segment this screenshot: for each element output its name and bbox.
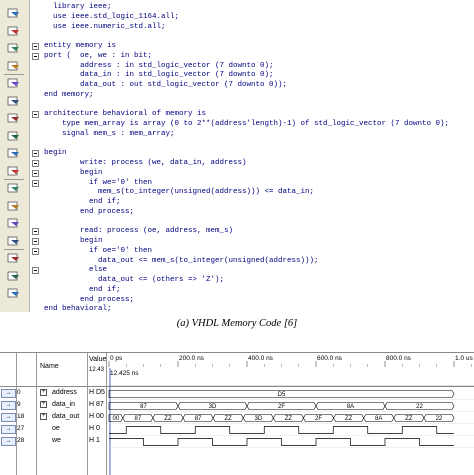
expand-icon[interactable]: + (40, 401, 47, 408)
data-out-bus-label: 2F (315, 416, 322, 422)
value-column-header[interactable]: Value (89, 356, 106, 363)
signal-name: we (52, 437, 61, 444)
vhdl-editor: library ieee; use ieee.std_logic_1164.all… (0, 0, 474, 315)
data-in-bus-label: 3D (209, 404, 217, 410)
signal-index: 18 (17, 413, 25, 420)
time-tick-label: 1.0 us (455, 355, 473, 362)
we-waveform (109, 438, 454, 446)
expand-icon[interactable]: + (40, 389, 47, 396)
signal-type-icon: → (1, 425, 16, 434)
data-out-bus-label: 87 (135, 416, 142, 422)
settings-icon[interactable] (5, 269, 23, 283)
fold-marker-icon[interactable] (32, 111, 39, 119)
signal-name: data_in (52, 401, 75, 408)
signal-value: H 1 (89, 437, 100, 444)
signal-value: H 0 (89, 425, 100, 432)
data-in-bus-label: 87 (140, 404, 147, 410)
align-icon[interactable] (5, 286, 23, 300)
signal-name: oe (52, 425, 60, 432)
code-area[interactable]: library ieee; use ieee.std_logic_1164.all… (30, 0, 474, 315)
find-icon[interactable] (5, 164, 23, 178)
uncomment-icon[interactable] (5, 129, 23, 143)
fold-marker-icon[interactable] (32, 52, 39, 60)
value-column-sub: 12.43 (89, 367, 105, 373)
expand-icon[interactable]: + (40, 413, 47, 420)
comment-icon[interactable] (5, 111, 23, 125)
data-out-bus-label: ZZ (345, 416, 353, 422)
signal-index: 27 (17, 425, 25, 432)
data-in-bus-label: 8A (347, 404, 354, 410)
signal-value: H 87 (89, 401, 104, 408)
time-tick-label: 200.0 ns (179, 355, 205, 362)
data-out-bus-label: 3D (254, 416, 262, 422)
waveform-viewer: Name Value 12.43 → 0 + address H D5 → 9 + data_i… (0, 352, 474, 475)
time-tick-label: 600.0 ns (317, 355, 343, 362)
data-out-bus-label: ZZ (405, 416, 413, 422)
data-out-bus-label: 22 (436, 416, 443, 422)
cursor-time-label: 12.425 ns (110, 370, 139, 377)
waveform-canvas[interactable]: 0 ps 200.0 ns 400.0 ns 600.0 ns 800.0 ns 1.0 … (107, 353, 474, 475)
data-in-bus-label: 22 (416, 404, 423, 410)
fold-marker-icon[interactable] (32, 247, 39, 255)
signal-type-icon: → (1, 401, 16, 410)
code-line[interactable]: end behavioral; (30, 304, 474, 315)
signal-index: 9 (17, 401, 21, 408)
data-out-bus-label: ZZ (285, 416, 293, 422)
fold-marker-icon[interactable] (32, 267, 39, 275)
code-text: end behavioral; (44, 305, 112, 314)
signal-type-icon: → (1, 413, 16, 422)
fold-marker-icon[interactable] (32, 228, 39, 236)
data-out-bus-label: 8A (375, 416, 382, 422)
fold-marker-icon[interactable] (32, 169, 39, 177)
fold-marker-icon[interactable] (32, 43, 39, 50)
editor-toolbar (0, 0, 30, 312)
open-file-icon[interactable] (5, 6, 23, 20)
data-out-bus-label: ZZ (225, 416, 233, 422)
wrap-icon[interactable] (5, 216, 23, 230)
fold-marker-icon[interactable] (32, 179, 39, 187)
compile-icon[interactable] (5, 234, 23, 248)
fold-marker-icon[interactable] (32, 150, 39, 158)
replace-icon[interactable] (5, 181, 23, 195)
redo-icon[interactable] (5, 59, 23, 73)
signal-name: data_out (52, 413, 80, 420)
oe-waveform (109, 426, 454, 434)
toolbar-separator (4, 249, 24, 250)
goto-line-icon[interactable] (5, 199, 23, 213)
signal-value: H D5 (89, 389, 105, 396)
list-icon[interactable] (5, 251, 23, 265)
undo-icon[interactable] (5, 41, 23, 55)
indent-icon[interactable] (5, 76, 23, 90)
signal-value: H 00 (89, 413, 104, 420)
signal-name: address (52, 389, 77, 396)
time-tick-label: 400.0 ns (248, 355, 274, 362)
signal-type-icon: → (1, 389, 16, 398)
caption-vhdl: (a) VHDL Memory Code [6] (176, 318, 298, 329)
outdent-icon[interactable] (5, 94, 23, 108)
fold-marker-icon[interactable] (32, 238, 39, 245)
time-tick-label: 0 ps (110, 355, 123, 362)
signal-type-icon: → (1, 437, 16, 446)
name-column-header[interactable]: Name (40, 363, 59, 370)
time-tick-label: 800.0 ns (386, 355, 412, 362)
toolbar-separator (4, 74, 24, 75)
fold-marker-icon[interactable] (32, 160, 39, 167)
signal-index: 0 (17, 389, 21, 396)
data-out-bus-label: ZZ (164, 416, 172, 422)
bookmark-icon[interactable] (5, 146, 23, 160)
data-out-bus-label: 00 (113, 416, 120, 422)
address-bus-label: D5 (278, 392, 286, 398)
toolbar-separator (4, 179, 24, 180)
signal-index: 28 (17, 437, 25, 444)
save-icon[interactable] (5, 24, 23, 38)
data-in-bus-label: 2F (278, 404, 285, 410)
data-out-bus-label: 87 (195, 416, 202, 422)
